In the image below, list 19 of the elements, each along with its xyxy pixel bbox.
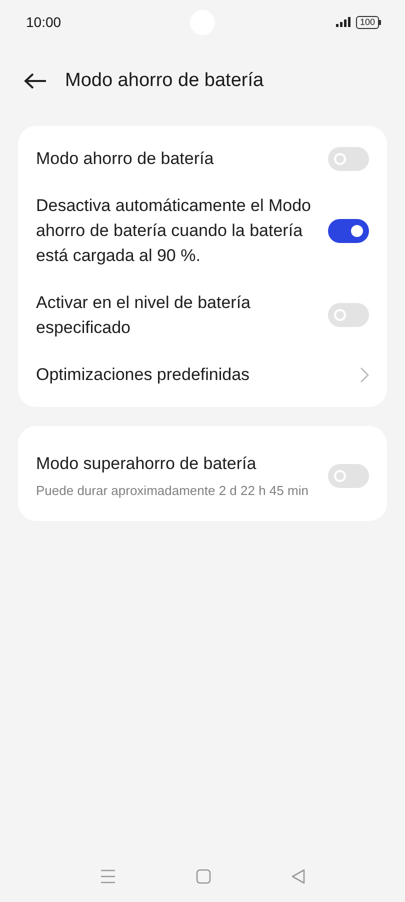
back-icon[interactable]: [291, 868, 305, 884]
setting-label: Modo ahorro de batería: [36, 148, 215, 170]
toggle-switch[interactable]: [328, 464, 369, 488]
setting-label: Optimizaciones predefinidas: [36, 364, 251, 386]
battery-level: 100: [356, 16, 379, 28]
back-button[interactable]: [24, 73, 47, 89]
chevron-icon[interactable]: [360, 366, 369, 382]
setting-label: Desactiva automáticamente el Modo ahorro de batería cuando la batería está cargada al 90 %.: [36, 195, 312, 267]
home-icon[interactable]: [196, 868, 211, 884]
toggle-switch[interactable]: [328, 218, 369, 242]
setting-label: Activar en el nivel de batería especificado: [36, 292, 252, 339]
menu-icon[interactable]: [100, 868, 116, 884]
toggle-switch[interactable]: [328, 146, 369, 170]
setting-label: Modo superahorro de batería: [36, 453, 258, 475]
page-title: Modo ahorro de batería: [65, 70, 264, 92]
toggle-switch[interactable]: [328, 303, 369, 327]
clock-time: 10:00: [26, 14, 62, 30]
setting-description: Puede durar aproximadamente 2 d 22 h 45 min: [36, 482, 310, 500]
signal-icon: [336, 17, 351, 27]
